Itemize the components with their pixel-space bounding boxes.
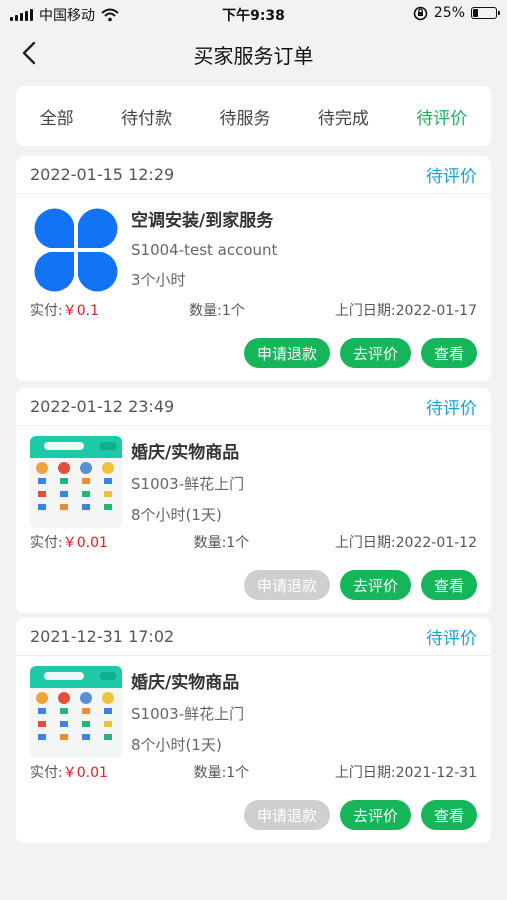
product-info: 婚庆/实物商品 S1003-鲜花上门 8个小时(1天) bbox=[131, 668, 244, 755]
review-button[interactable]: 去评价 bbox=[339, 800, 411, 830]
app-screenshot-icon bbox=[30, 666, 122, 758]
paid-label: 实付: bbox=[30, 765, 63, 781]
visit-date: 上门日期:2022-01-17 bbox=[334, 303, 477, 319]
battery-percent: 25% bbox=[433, 5, 465, 21]
refund-button[interactable]: 申请退款 bbox=[243, 570, 330, 600]
order-status: 待评价 bbox=[426, 399, 477, 419]
price-value: ￥0.01 bbox=[62, 535, 108, 551]
order-card: 2021-12-31 17:02 待评价 婚庆/实物商品 S1003-鲜花上门 … bbox=[16, 618, 491, 843]
view-button[interactable]: 查看 bbox=[420, 800, 477, 830]
quantity: 数量:1个 bbox=[193, 535, 250, 551]
battery-fill bbox=[473, 9, 479, 17]
status-bar: 中国移动 下午9:38 25% bbox=[0, 0, 507, 28]
review-button[interactable]: 去评价 bbox=[339, 338, 411, 368]
price-value: ￥0.01 bbox=[62, 765, 108, 781]
view-button[interactable]: 查看 bbox=[420, 338, 477, 368]
quantity: 数量:1个 bbox=[193, 765, 250, 781]
order-datetime: 2022-01-15 12:29 bbox=[30, 165, 175, 184]
product-info: 空调安装/到家服务 S1004-test account 3个小时 bbox=[131, 206, 277, 290]
store-name: S1003-鲜花上门 bbox=[131, 705, 245, 723]
visit-date: 上门日期:2021-12-31 bbox=[334, 765, 477, 781]
product-thumbnail[interactable] bbox=[30, 204, 122, 296]
tab-all[interactable]: 全部 bbox=[36, 98, 78, 135]
order-meta: 实付:￥0.01 数量:1个 上门日期:2021-12-31 bbox=[30, 762, 477, 782]
paid-label: 实付: bbox=[30, 303, 63, 319]
tab-pending-completion[interactable]: 待完成 bbox=[314, 98, 373, 135]
tab-pending-review[interactable]: 待评价 bbox=[412, 98, 471, 135]
nav-bar: 买家服务订单 bbox=[0, 28, 507, 78]
tab-pending-payment[interactable]: 待付款 bbox=[117, 98, 176, 135]
order-status: 待评价 bbox=[426, 629, 477, 649]
refund-button[interactable]: 申请退款 bbox=[243, 338, 330, 368]
page-title: 买家服务订单 bbox=[193, 44, 314, 68]
rotation-lock-icon bbox=[413, 6, 428, 20]
paid-amount: 实付:￥0.01 bbox=[30, 532, 108, 552]
service-duration: 8个小时(1天) bbox=[131, 736, 222, 754]
quantity: 数量:1个 bbox=[189, 303, 245, 319]
order-card: 2022-01-12 23:49 待评价 婚庆/实物商品 S1003-鲜花上门 … bbox=[16, 388, 491, 613]
order-datetime: 2021-12-31 17:02 bbox=[30, 627, 175, 646]
price-value: ￥0.1 bbox=[62, 303, 99, 319]
store-name: S1004-test account bbox=[131, 241, 278, 259]
service-duration: 8个小时(1天) bbox=[131, 506, 222, 524]
order-status: 待评价 bbox=[426, 167, 477, 187]
visit-date: 上门日期:2022-01-12 bbox=[334, 535, 477, 551]
product-name: 婚庆/实物商品 bbox=[131, 673, 240, 693]
review-button[interactable]: 去评价 bbox=[339, 570, 411, 600]
order-datetime: 2022-01-12 23:49 bbox=[30, 397, 175, 416]
order-tabs: 全部 待付款 待服务 待完成 待评价 bbox=[16, 86, 491, 146]
view-button[interactable]: 查看 bbox=[420, 570, 477, 600]
status-right: 25% bbox=[413, 5, 500, 21]
order-header: 2021-12-31 17:02 待评价 bbox=[16, 618, 491, 656]
paid-amount: 实付:￥0.1 bbox=[30, 300, 99, 320]
product-thumbnail[interactable] bbox=[30, 436, 122, 528]
app-screenshot-icon bbox=[30, 436, 122, 528]
product-thumbnail[interactable] bbox=[30, 666, 122, 758]
paid-amount: 实付:￥0.01 bbox=[30, 762, 108, 782]
store-name: S1003-鲜花上门 bbox=[131, 475, 245, 493]
order-meta: 实付:￥0.01 数量:1个 上门日期:2022-01-12 bbox=[30, 532, 477, 552]
order-actions: 申请退款 去评价 查看 bbox=[243, 338, 477, 368]
battery-icon bbox=[471, 7, 500, 19]
product-name: 空调安装/到家服务 bbox=[131, 211, 274, 231]
refund-button[interactable]: 申请退款 bbox=[243, 800, 330, 830]
product-info: 婚庆/实物商品 S1003-鲜花上门 8个小时(1天) bbox=[131, 438, 244, 525]
order-header: 2022-01-12 23:49 待评价 bbox=[16, 388, 491, 426]
tab-pending-service[interactable]: 待服务 bbox=[215, 98, 274, 135]
clover-logo-icon bbox=[30, 204, 122, 296]
order-meta: 实付:￥0.1 数量:1个 上门日期:2022-01-17 bbox=[30, 300, 477, 320]
order-header: 2022-01-15 12:29 待评价 bbox=[16, 156, 491, 194]
order-card: 2022-01-15 12:29 待评价 空调安装/到家服务 S1004-tes… bbox=[16, 156, 491, 381]
service-duration: 3个小时 bbox=[131, 271, 186, 289]
order-actions: 申请退款 去评价 查看 bbox=[243, 800, 477, 830]
order-actions: 申请退款 去评价 查看 bbox=[243, 570, 477, 600]
paid-label: 实付: bbox=[30, 535, 63, 551]
product-name: 婚庆/实物商品 bbox=[131, 443, 240, 463]
